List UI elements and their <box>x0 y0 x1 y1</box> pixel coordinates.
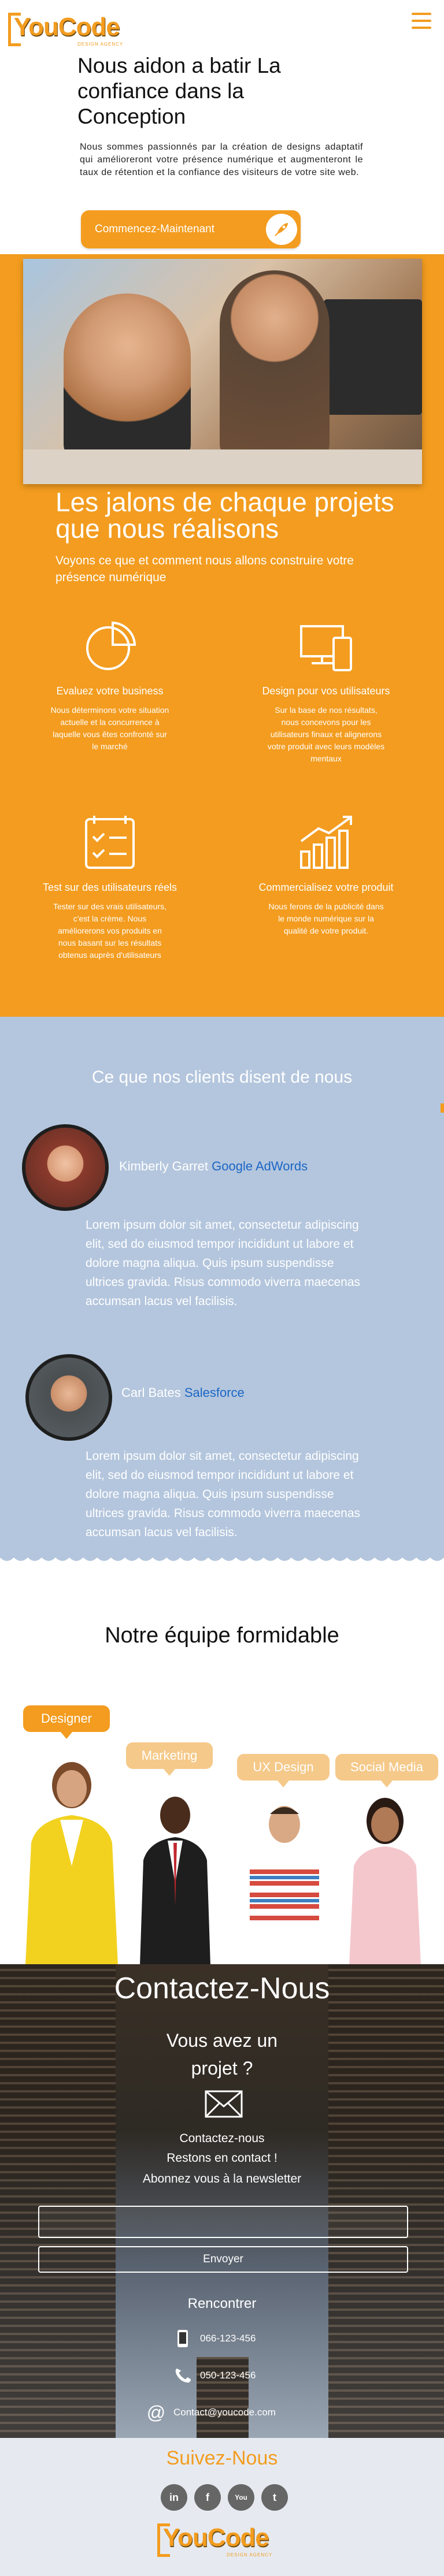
phone-line: 066-123-456 <box>173 2329 256 2348</box>
logo-subtitle: DESIGN AGENCY <box>77 42 124 47</box>
mobile-icon <box>173 2329 192 2348</box>
start-now-label: Commencez-Maintenant <box>95 223 214 235</box>
team-photo <box>23 259 422 484</box>
email-address[interactable]: Contact@youcode.com <box>173 2407 276 2418</box>
hero-title: Nous aidon a batir La confiance dans la … <box>77 54 281 128</box>
feature-text: Nous ferons de la publicité dans le mond… <box>268 902 384 935</box>
feature-design: Design pour vos utilisateurs Sur la base… <box>239 615 413 765</box>
role-bubble: Designer <box>23 1705 110 1739</box>
hero-text: Nous sommes passionnés par la création d… <box>80 142 363 177</box>
team-member-ux-design <box>247 1806 321 1965</box>
facebook-icon[interactable]: f <box>194 2484 221 2511</box>
role-bubble: UX Design <box>237 1754 330 1787</box>
avatar <box>22 1124 109 1211</box>
page: YouCode DESIGN AGENCY Nous aidon a batir… <box>0 0 444 2576</box>
testimonials-title: Ce que nos clients disent de nous <box>91 1068 353 1087</box>
contact-line: Contactez-nous <box>179 2132 265 2145</box>
social-links: in f You t <box>161 2484 288 2511</box>
twitter-icon[interactable]: t <box>261 2484 288 2511</box>
testimonial-quote: Lorem ipsum dolor sit amet, consectetur … <box>86 1449 361 1539</box>
testimonial-quote: Lorem ipsum dolor sit amet, consectetur … <box>86 1218 361 1308</box>
feature-title: Test sur des utilisateurs réels <box>42 882 177 893</box>
avatar <box>25 1354 112 1441</box>
logo-text: YouCode <box>163 2523 269 2552</box>
contact-question: Vous avez un projet ? <box>166 2030 278 2079</box>
team-member-marketing <box>140 1797 210 1965</box>
email-line: @ Contact@youcode.com <box>146 2402 276 2423</box>
team-member-designer <box>25 1762 118 1965</box>
start-now-button[interactable]: Commencez-Maintenant <box>81 210 301 248</box>
feature-test: Test sur des utilisateurs réels Tester s… <box>23 811 197 961</box>
team-member-social-media <box>349 1798 421 1965</box>
testimonial-author: Carl Bates Salesforce <box>121 1385 245 1400</box>
role-label: Designer <box>40 1711 92 1726</box>
phone-icon <box>173 2366 192 2385</box>
at-icon: @ <box>146 2402 166 2423</box>
role-label: Social Media <box>350 1760 423 1774</box>
role-label: UX Design <box>253 1760 314 1774</box>
youtube-icon[interactable]: You <box>228 2484 254 2511</box>
author-name: Kimberly Garret <box>119 1159 209 1173</box>
contact-line: Restons en contact ! <box>166 2151 278 2165</box>
feature-title: Commercialisez votre produit <box>258 882 394 893</box>
phone-number[interactable]: 050-123-456 <box>200 2370 256 2381</box>
rocket-icon <box>266 214 297 245</box>
role-bubble: Marketing <box>126 1742 213 1776</box>
checklist-icon <box>78 811 142 875</box>
meet-title: Rencontrer <box>187 2296 257 2311</box>
newsletter-input[interactable] <box>38 2206 408 2238</box>
team-title: Notre équipe formidable <box>105 1623 339 1648</box>
milestones-title: Les jalons de chaque projets que nous ré… <box>56 487 394 544</box>
phone-number[interactable]: 066-123-456 <box>200 2333 256 2344</box>
wave-divider <box>0 1546 444 1569</box>
contact-title: Contactez-Nous <box>114 1972 330 2005</box>
logo-subtitle: DESIGN AGENCY <box>227 2552 273 2558</box>
hamburger-icon[interactable] <box>412 13 431 29</box>
send-button[interactable]: Envoyer <box>38 2246 408 2273</box>
feature-evaluate: Evaluez votre business Nous déterminons … <box>23 615 197 753</box>
footer-logo[interactable]: YouCode DESIGN AGENCY <box>157 2519 290 2559</box>
linkedin-icon[interactable]: in <box>161 2484 187 2511</box>
feature-text: Nous déterminons votre situation actuell… <box>50 705 169 751</box>
milestones-text: Voyons ce que et comment nous allons con… <box>56 554 354 584</box>
feature-market: Commercialisez votre produit Nous ferons… <box>239 811 413 937</box>
logo[interactable]: YouCode DESIGN AGENCY <box>8 8 141 49</box>
feature-title: Design pour vos utilisateurs <box>262 685 390 697</box>
role-bubble: Social Media <box>335 1754 438 1787</box>
devices-icon <box>294 615 358 678</box>
testimonial-author: Kimberly Garret Google AdWords <box>119 1159 308 1174</box>
newsletter-label: Abonnez vous à la newsletter <box>142 2172 302 2185</box>
feature-title: Evaluez votre business <box>56 685 164 697</box>
growth-chart-icon <box>294 811 358 875</box>
logo-text: YouCode <box>14 13 120 41</box>
mail-icon <box>205 2090 243 2118</box>
follow-title: Suivez-Nous <box>166 2447 278 2469</box>
feature-text: Sur la base de nos résultats, nous conce… <box>267 705 385 763</box>
author-company[interactable]: Salesforce <box>184 1385 245 1400</box>
phone-line: 050-123-456 <box>173 2366 256 2385</box>
author-name: Carl Bates <box>121 1385 181 1400</box>
author-company[interactable]: Google AdWords <box>212 1159 308 1173</box>
pie-chart-icon <box>78 615 142 678</box>
feature-text: Tester sur des vrais utilisateurs, c'est… <box>53 902 167 960</box>
role-label: Marketing <box>141 1748 198 1763</box>
